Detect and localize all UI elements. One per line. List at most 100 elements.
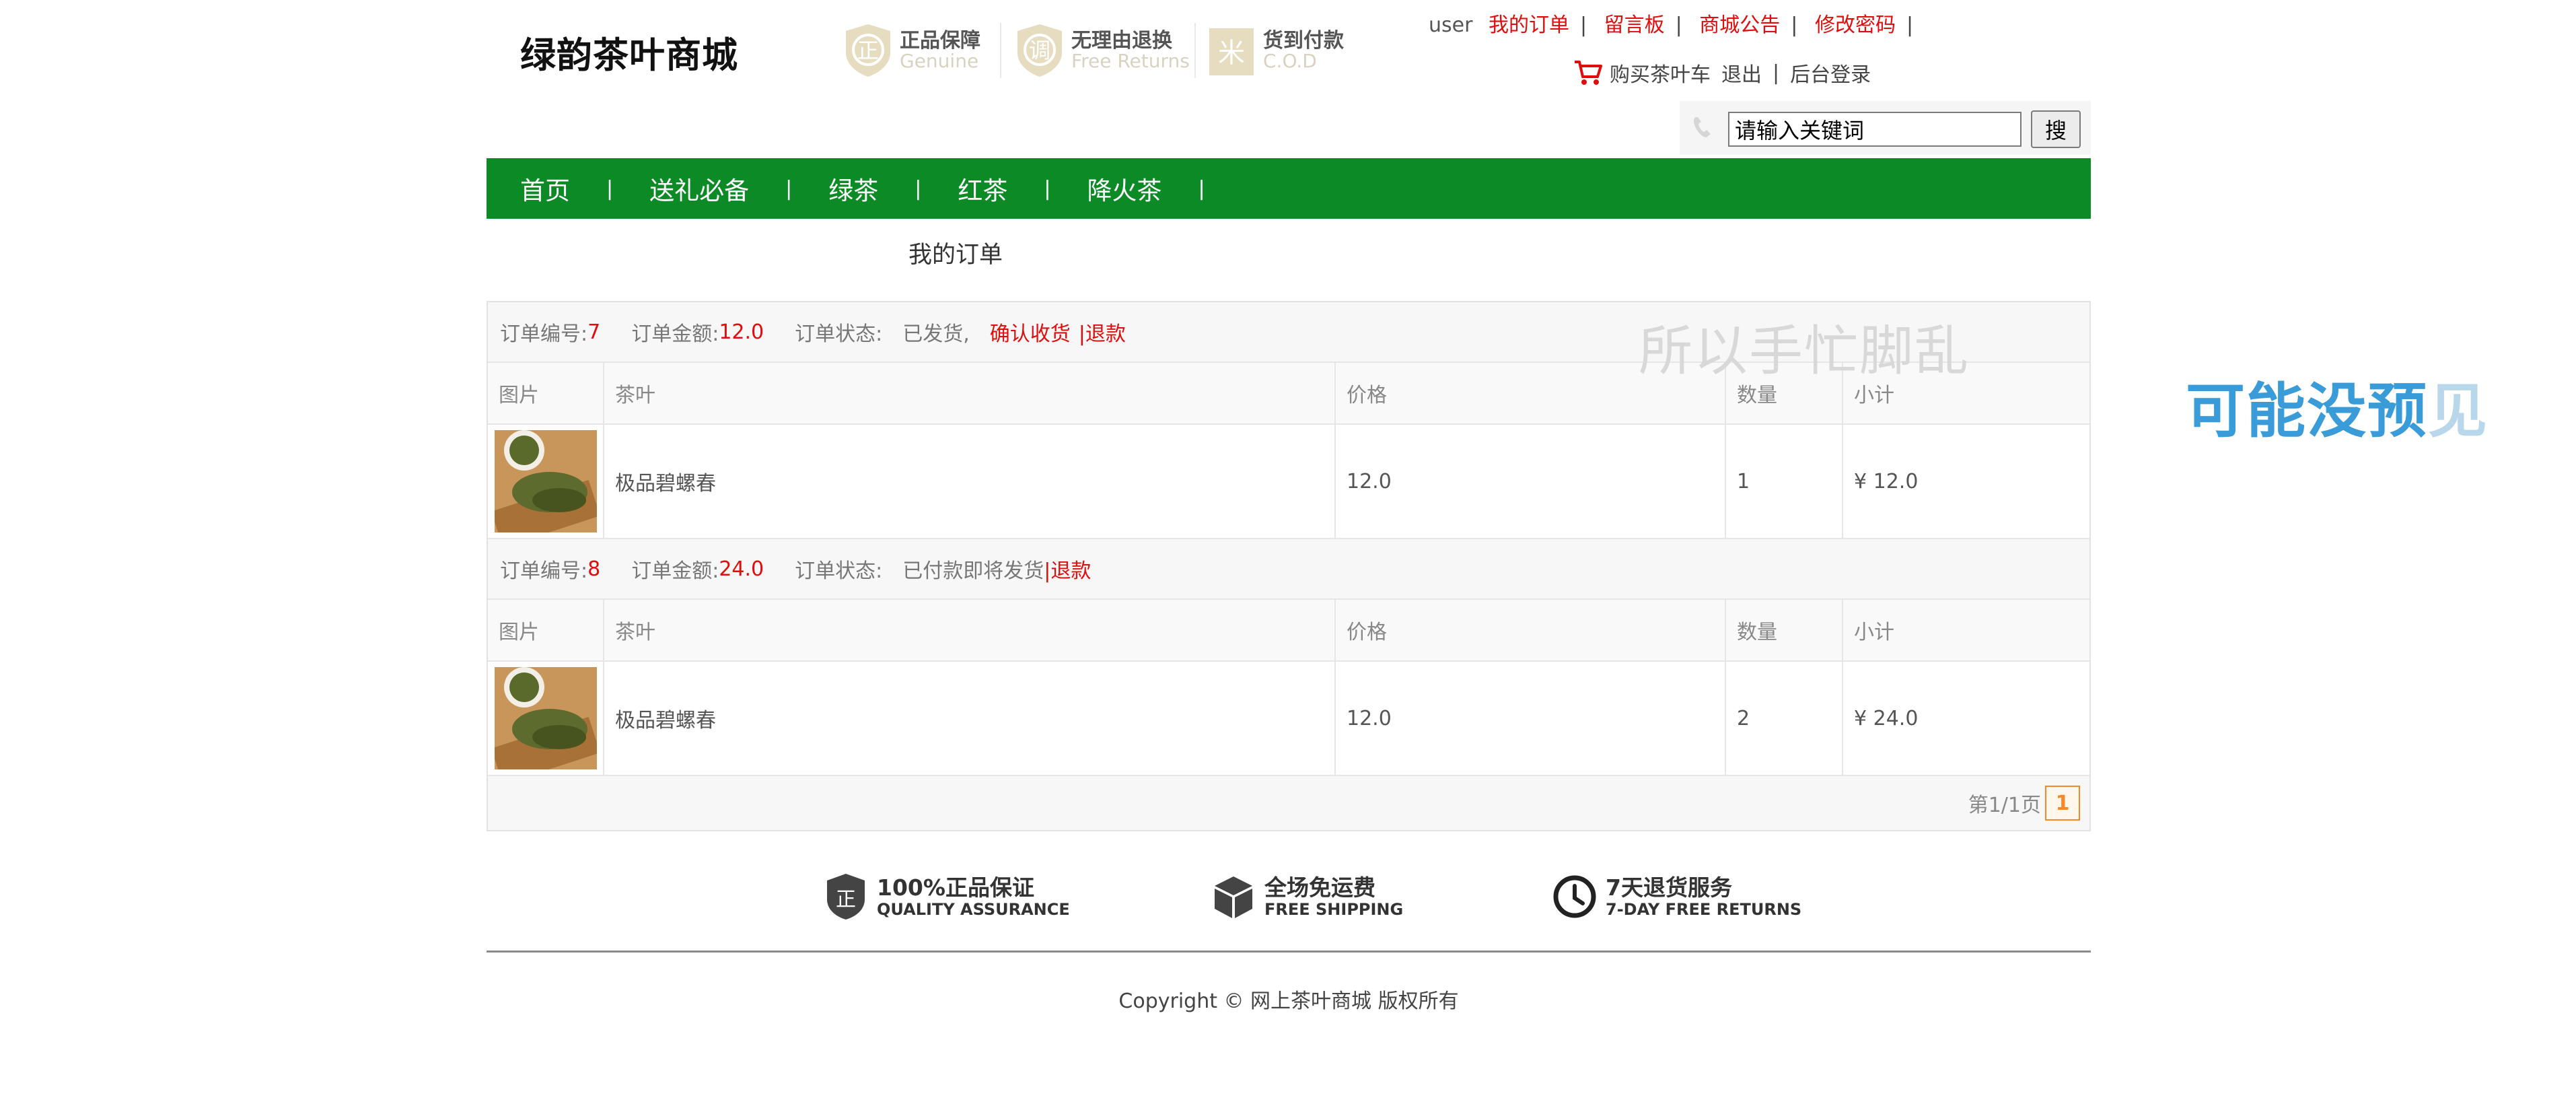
col-tea: 茶叶 — [604, 600, 1336, 660]
divider: | — [1773, 61, 1780, 85]
order-status: 已付款即将发货 — [902, 559, 1044, 583]
col-tea: 茶叶 — [604, 363, 1336, 423]
nav-item-herbal-tea[interactable]: 降火茶 — [1087, 170, 1161, 207]
promise-genuine-en: Genuine — [900, 50, 979, 73]
announcement-link[interactable]: 商城公告 — [1699, 13, 1780, 37]
phone-icon — [1694, 117, 1711, 137]
product-name[interactable]: 极品碧螺春 — [604, 425, 1336, 538]
main-nav: 首页 | 送礼必备 | 绿茶 | 红茶 | 降火茶 | — [487, 158, 2091, 219]
orders-table: 订单编号: 7 订单金额: 12.0 订单状态: 已发货, 确认收货 |退款 所以手… — [487, 301, 2091, 831]
confirm-receipt-link[interactable]: 确认收货 — [990, 317, 1071, 347]
svg-text:正: 正 — [836, 888, 856, 911]
col-image: 图片 — [488, 363, 604, 423]
order-no: 8 — [587, 557, 601, 581]
table-row: 极品碧螺春 12.0 1 ¥ 12.0 — [488, 425, 2089, 539]
promise-genuine: 正 正品保障 Genuine — [843, 22, 980, 79]
floating-text: 可能没预见 — [2186, 364, 2489, 449]
product-price: 12.0 — [1336, 662, 1726, 775]
product-name[interactable]: 极品碧螺春 — [604, 662, 1336, 775]
divider: | — [785, 176, 793, 201]
page-button-current[interactable]: 1 — [2045, 786, 2080, 821]
col-image: 图片 — [488, 600, 604, 660]
promise-cod-en: C.O.D — [1263, 50, 1317, 73]
page-title: 我的订单 — [908, 242, 1003, 269]
divider: | — [1044, 176, 1051, 201]
product-image[interactable] — [495, 430, 597, 532]
divider: | — [606, 176, 614, 201]
service-quality-en: QUALITY ASSURANCE — [877, 899, 1070, 919]
divider: | — [915, 176, 922, 201]
returns-badge-icon: 调 — [1015, 23, 1065, 78]
order-status-label: 订单状态: — [795, 322, 883, 346]
order-amount-label: 订单金额: — [631, 322, 719, 346]
table-row: 极品碧螺春 12.0 2 ¥ 24.0 — [488, 662, 2089, 776]
divider: | — [1675, 13, 1682, 37]
cart-icon[interactable] — [1573, 59, 1603, 86]
divider: | — [1579, 13, 1587, 37]
top-links: user 我的订单 | 留言板 | 商城公告 | 修改密码 | — [1429, 8, 1924, 38]
order-no-label: 订单编号: — [500, 559, 588, 583]
divider — [1000, 23, 1001, 78]
divider: | — [1198, 176, 1205, 201]
product-image[interactable] — [495, 667, 597, 769]
order-amount-label: 订单金额: — [631, 559, 719, 583]
promise-returns-cn: 无理由退换 — [1071, 28, 1172, 53]
overlay-text: 所以手忙脚乱 — [1639, 320, 1970, 382]
product-qty: 1 — [1726, 425, 1843, 538]
promise-returns-en: Free Returns — [1071, 50, 1190, 73]
refund-link[interactable]: |退款 — [1044, 554, 1091, 584]
floating-text-main: 可能没预 — [2186, 376, 2429, 446]
logout-link[interactable]: 退出 — [1721, 58, 1762, 88]
service-quality: 正 100%正品保证 QUALITY ASSURANCE — [824, 868, 1070, 925]
copyright: Copyright © 网上茶叶商城 版权所有 — [1118, 990, 1459, 1013]
cart-link[interactable]: 购买茶叶车 — [1610, 58, 1711, 88]
search-bar: 搜 — [1680, 101, 2091, 155]
svg-text:米: 米 — [1218, 38, 1245, 69]
service-returns: 7天退货服务 7-DAY FREE RETURNS — [1553, 868, 1801, 925]
product-price: 12.0 — [1336, 425, 1726, 538]
service-shipping-en: FREE SHIPPING — [1264, 899, 1404, 919]
admin-login-link[interactable]: 后台登录 — [1790, 58, 1871, 88]
table-header: 图片 茶叶 价格 数量 小计 — [488, 600, 2089, 662]
promise-cod: 米 货到付款 C.O.D — [1207, 22, 1344, 79]
promise-genuine-cn: 正品保障 — [900, 28, 980, 53]
svg-text:调: 调 — [1029, 38, 1050, 63]
search-input[interactable] — [1728, 112, 2022, 147]
pagination: 第1/1页 1 — [488, 776, 2089, 830]
page-info: 第1/1页 — [1968, 794, 2041, 817]
message-board-link[interactable]: 留言板 — [1604, 13, 1665, 37]
col-subtotal: 小计 — [1854, 621, 1894, 644]
product-subtotal: ¥ 24.0 — [1854, 706, 1919, 730]
footer-divider — [487, 951, 2091, 953]
service-shipping-cn: 全场免运费 — [1264, 874, 1375, 901]
order-header: 订单编号: 7 订单金额: 12.0 订单状态: 已发货, 确认收货 |退款 所以手… — [488, 302, 2089, 382]
order-amount: 24.0 — [719, 557, 764, 581]
my-orders-link[interactable]: 我的订单 — [1489, 13, 1569, 37]
shield-icon: 正 — [827, 874, 865, 920]
search-button[interactable]: 搜 — [2031, 110, 2081, 148]
service-returns-en: 7-DAY FREE RETURNS — [1606, 899, 1802, 919]
order-status: 已发货, — [902, 322, 970, 346]
divider: | — [1906, 13, 1914, 37]
promise-returns: 调 无理由退换 Free Returns — [1015, 22, 1190, 79]
divider — [1194, 23, 1196, 78]
promise-cod-cn: 货到付款 — [1263, 28, 1344, 53]
col-qty: 数量 — [1726, 600, 1843, 660]
refund-link[interactable]: |退款 — [1079, 317, 1126, 347]
clock-icon — [1553, 875, 1596, 918]
product-qty: 2 — [1726, 662, 1843, 775]
divider: | — [1791, 13, 1798, 37]
nav-item-gifts[interactable]: 送礼必备 — [649, 170, 749, 207]
order-status-label: 订单状态: — [795, 559, 883, 583]
nav-item-black-tea[interactable]: 红茶 — [958, 170, 1007, 207]
genuine-badge-icon: 正 — [843, 23, 893, 78]
nav-item-green-tea[interactable]: 绿茶 — [828, 170, 878, 207]
order-amount: 12.0 — [719, 320, 764, 344]
service-returns-cn: 7天退货服务 — [1606, 874, 1732, 901]
order-no-label: 订单编号: — [500, 322, 588, 346]
nav-item-home[interactable]: 首页 — [520, 170, 570, 207]
order-header: 订单编号: 8 订单金额: 24.0 订单状态: 已付款即将发货 |退款 — [488, 539, 2089, 600]
site-logo[interactable]: 绿韵茶叶商城 — [520, 27, 738, 78]
col-price: 价格 — [1336, 600, 1726, 660]
change-password-link[interactable]: 修改密码 — [1815, 13, 1896, 37]
